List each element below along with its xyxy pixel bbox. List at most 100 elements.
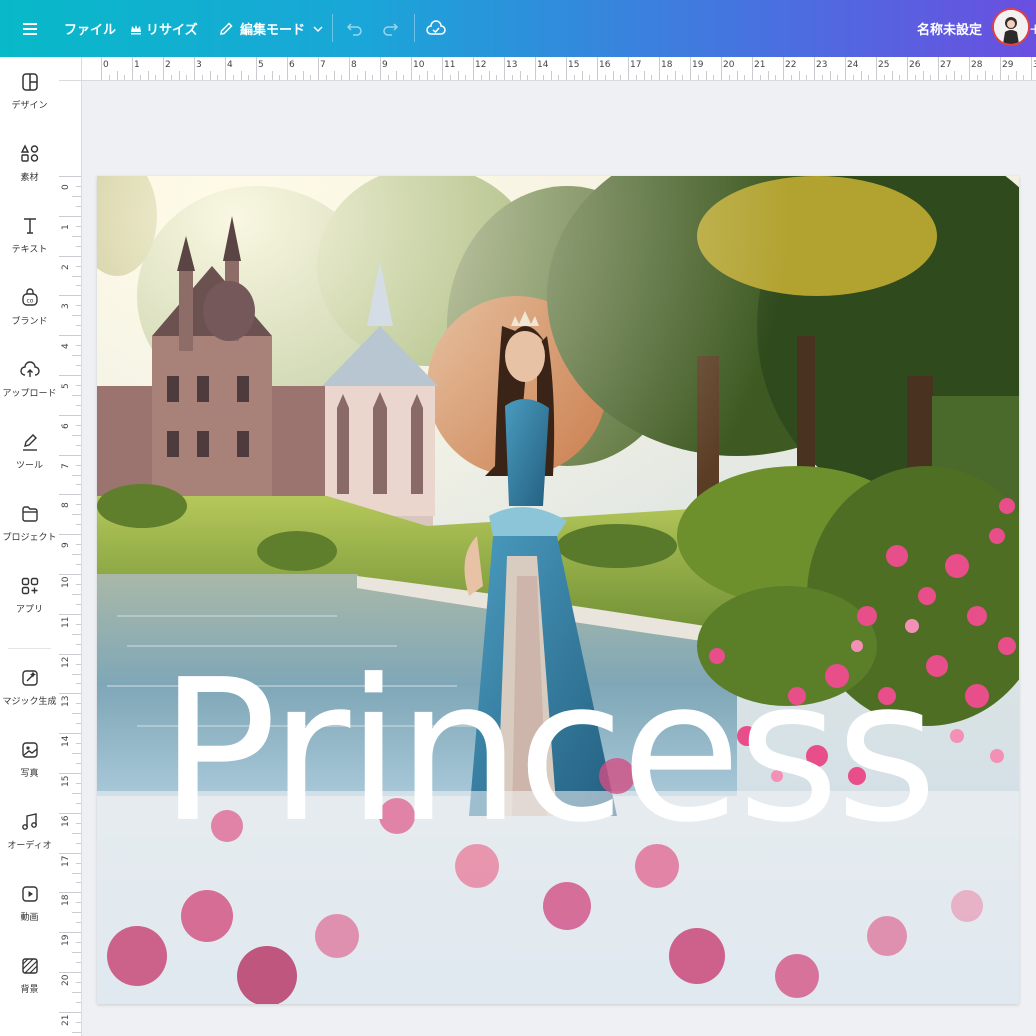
file-menu-label: ファイル xyxy=(64,23,117,38)
ruler-minor-tick xyxy=(155,75,157,80)
ruler-label: 3 xyxy=(61,303,71,310)
add-collaborator-button[interactable]: + xyxy=(1029,0,1036,57)
ruler-label: 11 xyxy=(61,616,71,628)
ruler-minor-tick xyxy=(674,71,676,80)
ruler-label: 13 xyxy=(506,60,518,70)
ruler-minor-tick xyxy=(806,75,808,80)
sidebar-item-video[interactable]: 動画 xyxy=(0,869,59,937)
apps-icon xyxy=(19,575,41,597)
ruler-minor-tick xyxy=(697,75,699,80)
ruler-tick xyxy=(752,57,753,80)
ruler-tick xyxy=(59,613,81,615)
sidebar-item-background[interactable]: 背景 xyxy=(0,941,59,1009)
ruler-corner xyxy=(59,57,82,81)
princess-garden-image[interactable] xyxy=(97,176,1019,1004)
ruler-minor-tick xyxy=(72,633,81,635)
ruler-minor-tick xyxy=(651,75,653,80)
resize-button[interactable]: リサイズ xyxy=(130,0,198,57)
ruler-minor-tick xyxy=(527,75,529,80)
edit-mode-button[interactable]: 編集モード xyxy=(218,0,323,57)
ruler-minor-tick xyxy=(72,792,81,794)
ruler-minor-tick xyxy=(333,71,335,80)
ruler-label: 15 xyxy=(568,60,580,70)
left-sidebar: デザイン 素材 テキスト co ブランド アップロード ツール プロジェクト ア… xyxy=(0,57,60,1036)
ruler-minor-tick xyxy=(116,71,118,80)
document-title[interactable]: 名称未設定 xyxy=(917,0,982,57)
ruler-minor-tick xyxy=(72,434,81,436)
sidebar-item-audio[interactable]: オーディオ xyxy=(0,797,59,865)
vertical-ruler[interactable]: 0 1 2 3 4 5 6 7 8 9 10 11 12 13 14 15 16 17 18 19 20 21 xyxy=(59,80,82,1036)
ruler-tick xyxy=(59,932,81,934)
audio-icon xyxy=(19,811,41,833)
ruler-minor-tick xyxy=(76,265,81,267)
upload-icon xyxy=(19,359,41,381)
ruler-minor-tick xyxy=(821,75,823,80)
ruler-minor-tick xyxy=(868,75,870,80)
cloud-save-button[interactable] xyxy=(426,0,446,57)
ruler-label: 18 xyxy=(61,894,71,907)
ruler-minor-tick xyxy=(666,75,668,80)
ruler-minor-tick xyxy=(387,75,389,80)
ruler-minor-tick xyxy=(356,75,358,80)
ruler-tick xyxy=(473,57,474,80)
toolbar-divider xyxy=(332,14,333,42)
sidebar-item-apps[interactable]: アプリ xyxy=(0,561,59,629)
ruler-minor-tick xyxy=(325,75,327,80)
ruler-tick xyxy=(59,852,81,854)
ruler-minor-tick xyxy=(403,75,405,80)
sidebar-item-photos[interactable]: 写真 xyxy=(0,725,59,793)
ruler-label: 9 xyxy=(382,60,388,70)
ruler-minor-tick xyxy=(76,544,81,546)
ruler-minor-tick xyxy=(209,71,211,80)
sidebar-item-label: オーディオ xyxy=(7,841,52,851)
ruler-minor-tick xyxy=(76,643,81,645)
sidebar-item-magic[interactable]: マジック生成 xyxy=(0,653,59,721)
ruler-label: 12 xyxy=(475,60,487,70)
horizontal-ruler[interactable]: 0 1 2 3 4 5 6 7 8 9 10 11 12 13 14 15 16 17 18 19 20 21 22 23 24… xyxy=(59,57,1036,81)
ruler-tick xyxy=(59,255,81,257)
ruler-tick xyxy=(690,57,691,80)
chevron-down-icon xyxy=(313,24,323,34)
sidebar-item-design[interactable]: デザイン xyxy=(0,57,59,125)
sidebar-item-tools[interactable]: ツール xyxy=(0,417,59,485)
sidebar-item-brand[interactable]: co ブランド xyxy=(0,273,59,341)
elements-icon xyxy=(19,143,41,165)
redo-button[interactable] xyxy=(382,0,400,57)
sidebar-item-label: 動画 xyxy=(20,913,39,923)
ruler-minor-tick xyxy=(984,71,986,80)
sidebar-item-projects[interactable]: プロジェクト xyxy=(0,489,59,557)
sidebar-item-label: ブランド xyxy=(11,317,48,327)
ruler-minor-tick xyxy=(372,75,374,80)
ruler-tick xyxy=(814,57,815,80)
ruler-label: 6 xyxy=(289,60,295,70)
ruler-minor-tick xyxy=(232,75,234,80)
ruler-label: 0 xyxy=(61,184,71,190)
crown-icon xyxy=(130,23,142,35)
ruler-minor-tick xyxy=(124,75,126,80)
folder-icon xyxy=(19,503,41,525)
undo-button[interactable] xyxy=(345,0,363,57)
sidebar-item-text[interactable]: テキスト xyxy=(0,201,59,269)
canvas-area[interactable]: Princess xyxy=(82,81,1036,1036)
ruler-minor-tick xyxy=(860,71,862,80)
ruler-label: 19 xyxy=(692,60,704,70)
file-menu-button[interactable]: ファイル xyxy=(64,0,116,57)
ruler-minor-tick xyxy=(72,753,81,755)
avatar[interactable] xyxy=(992,8,1030,46)
ruler-minor-tick xyxy=(1007,75,1009,80)
sidebar-item-elements[interactable]: 素材 xyxy=(0,129,59,197)
ruler-minor-tick xyxy=(76,384,81,386)
ruler-minor-tick xyxy=(76,942,81,944)
sidebar-item-upload[interactable]: アップロード xyxy=(0,345,59,413)
ruler-label: 28 xyxy=(971,60,983,70)
ruler-label: 23 xyxy=(816,60,828,70)
ruler-minor-tick xyxy=(449,75,451,80)
menu-icon[interactable] xyxy=(20,0,40,57)
ruler-label: 8 xyxy=(351,60,357,70)
ruler-minor-tick xyxy=(76,603,81,605)
headline-text[interactable]: Princess xyxy=(159,654,938,850)
ruler-minor-tick xyxy=(457,71,459,80)
ruler-minor-tick xyxy=(829,71,831,80)
design-page[interactable]: Princess xyxy=(97,176,1019,1004)
ruler-minor-tick xyxy=(496,75,498,80)
